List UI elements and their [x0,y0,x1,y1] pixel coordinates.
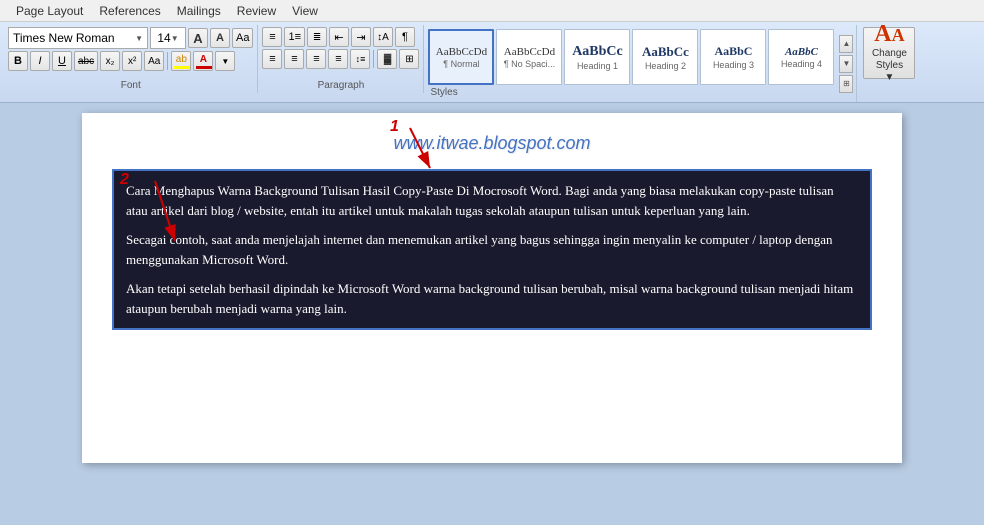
style-gallery: AaBbCcDd ¶ Normal AaBbCcDd ¶ No Spaci...… [426,27,838,87]
font-size-dropdown[interactable]: 14 ▼ [150,27,186,49]
highlight-button[interactable]: ab [171,51,191,71]
document-page: www.itwae.blogspot.com Cara Menghapus Wa… [82,113,902,463]
font-selector-row: Times New Roman ▼ 14 ▼ A A Aa [8,27,253,49]
style-no-spacing-preview: AaBbCcDd [504,46,555,58]
style-h2-preview: AaBbCc [642,44,689,60]
change-styles-label: ChangeStyles ▼ [872,48,907,84]
style-no-spacing-label: ¶ No Spaci... [504,59,555,69]
font-size-arrow: ▼ [171,34,179,43]
change-case-button[interactable]: Aa [144,51,164,71]
watermark: www.itwae.blogspot.com [112,133,872,154]
font-group-label: Font [8,80,253,93]
style-h3-label: Heading 3 [713,60,754,70]
ribbon: Times New Roman ▼ 14 ▼ A A Aa B I U [0,22,984,103]
annotation-2: 2 [120,171,129,189]
bold-button[interactable]: B [8,51,28,71]
styles-scroll-down[interactable]: ▼ [839,55,853,73]
menu-view[interactable]: View [284,2,326,20]
styles-scroll-up[interactable]: ▲ [839,35,853,53]
change-styles-icon: AA [874,22,904,46]
font-shrink-button[interactable]: A [210,28,230,48]
sort-button[interactable]: ↕A [373,27,393,47]
font-grow-button[interactable]: A [188,28,208,48]
paragraph-3: Akan tetapi setelah berhasil dipindah ke… [126,279,858,318]
style-normal-preview: AaBbCcDd [436,46,487,58]
font-name-arrow: ▼ [135,34,143,43]
arrow-2-svg [135,176,195,256]
style-h2-label: Heading 2 [645,61,686,71]
align-center-button[interactable]: ≡ [284,49,304,69]
borders-button[interactable]: ⊞ [399,49,419,69]
styles-expand[interactable]: ⊞ [839,75,853,93]
divider [167,52,168,70]
style-heading2[interactable]: AaBbCc Heading 2 [632,29,698,85]
underline-button[interactable]: U [52,51,72,71]
font-color-button[interactable]: A [193,51,213,71]
subscript-button[interactable]: x₂ [100,51,120,71]
styles-navigation: ▲ ▼ ⊞ [838,33,854,95]
format-buttons-row: B I U abc x₂ x² Aa ab A [8,51,253,71]
font-name-dropdown[interactable]: Times New Roman ▼ [8,27,148,49]
style-heading3[interactable]: AaBbC Heading 3 [700,29,766,85]
annotation-1: 1 [390,118,399,136]
align-left-button[interactable]: ≡ [262,49,282,69]
font-group: Times New Roman ▼ 14 ▼ A A Aa B I U [4,25,258,93]
line-spacing-button[interactable]: ↕≡ [350,49,370,69]
style-h4-preview: AaBbC [785,46,818,58]
menu-references[interactable]: References [91,2,168,20]
styles-group-label: Styles [426,87,838,100]
arrow-1-svg [380,123,460,183]
document-area: 1 2 www.itwae.blogspot.com Cara Menghapu… [0,103,984,493]
paragraph-group-label: Paragraph [262,80,419,93]
clear-format-button[interactable]: Aa [232,28,253,48]
style-normal[interactable]: AaBbCcDd ¶ Normal [428,29,494,85]
paragraph-group: ≡ 1≡ ≣ ⇤ ⇥ ↕A ¶ ≡ ≡ ≡ ≡ ↕≡ ▓ ⊞ [258,25,424,93]
menu-review[interactable]: Review [229,2,284,20]
style-heading1[interactable]: AaBbCc Heading 1 [564,29,630,85]
show-hide-button[interactable]: ¶ [395,27,415,47]
align-right-button[interactable]: ≡ [306,49,326,69]
menu-bar: Page Layout References Mailings Review V… [0,0,984,22]
change-styles-button[interactable]: AA ChangeStyles ▼ [863,27,915,79]
strikethrough-button[interactable]: abc [74,51,98,71]
shading-button[interactable]: ▓ [377,49,397,69]
style-no-spacing[interactable]: AaBbCcDd ¶ No Spaci... [496,29,562,85]
font-color-dropdown[interactable]: ▼ [215,51,235,71]
highlight-indicator [174,66,190,69]
menu-mailings[interactable]: Mailings [169,2,229,20]
numbering-button[interactable]: 1≡ [284,27,305,47]
justify-button[interactable]: ≡ [328,49,348,69]
decrease-indent-button[interactable]: ⇤ [329,27,349,47]
paragraph-1: Cara Menghapus Warna Background Tulisan … [126,181,858,220]
superscript-button[interactable]: x² [122,51,142,71]
divider2 [373,50,374,68]
style-h1-preview: AaBbCc [572,44,623,60]
selected-text-area[interactable]: Cara Menghapus Warna Background Tulisan … [112,169,872,330]
style-h4-label: Heading 4 [781,59,822,69]
style-heading4[interactable]: AaBbC Heading 4 [768,29,834,85]
style-normal-label: ¶ Normal [443,59,479,69]
menu-page-layout[interactable]: Page Layout [8,2,91,20]
change-styles-area: AA ChangeStyles ▼ [857,25,921,81]
bullets-button[interactable]: ≡ [262,27,282,47]
paragraph-2: Secagai contoh, saat anda menjelajah int… [126,230,858,269]
multilevel-list-button[interactable]: ≣ [307,27,327,47]
font-color-indicator [196,66,212,69]
increase-indent-button[interactable]: ⇥ [351,27,371,47]
style-h1-label: Heading 1 [577,61,618,71]
style-h3-preview: AaBbC [714,44,752,59]
styles-group: AaBbCcDd ¶ Normal AaBbCcDd ¶ No Spaci...… [424,25,857,102]
italic-button[interactable]: I [30,51,50,71]
